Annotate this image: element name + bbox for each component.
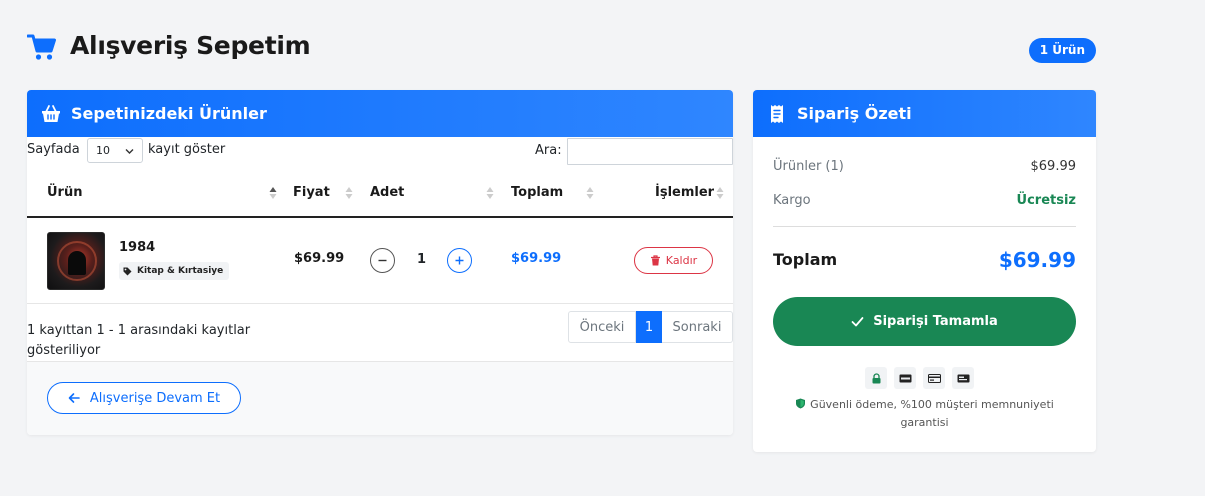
minus-icon <box>377 251 388 270</box>
row-total: $69.99 <box>511 251 562 266</box>
pagination-next[interactable]: Sonraki <box>662 311 733 343</box>
sort-asc-icon[interactable] <box>269 186 277 200</box>
continue-shopping-label: Alışverişe Devam Et <box>89 390 221 406</box>
order-summary-card-header: Sipariş Özeti <box>753 90 1096 137</box>
search-input[interactable] <box>567 138 733 165</box>
remove-item-button[interactable]: Kaldır <box>634 247 713 274</box>
plus-icon <box>454 251 465 270</box>
chevron-down-icon <box>125 146 134 155</box>
order-summary-card: Sipariş Özeti Ürünler (1) $69.99 Kargo Ü… <box>753 90 1096 452</box>
summary-shipping-label: Kargo <box>773 193 811 208</box>
summary-items-label: Ürünler (1) <box>773 159 844 174</box>
payment-card-icon <box>952 367 974 389</box>
quantity-value: 1 <box>417 252 427 267</box>
page-size-select[interactable]: 10 <box>87 138 143 163</box>
product-image[interactable] <box>47 232 105 290</box>
decrease-quantity-button[interactable] <box>370 248 395 273</box>
visa-card-icon <box>894 367 916 389</box>
product-category-badge: Kitap & Kırtasiye <box>119 262 230 280</box>
product-name[interactable]: 1984 <box>119 240 155 255</box>
pagination: Önceki 1 Sonraki <box>568 311 733 343</box>
lock-icon <box>865 367 887 389</box>
continue-shopping-button[interactable]: Alışverişe Devam Et <box>47 382 241 414</box>
cart-items-card-title: Sepetinizdeki Ürünler <box>71 104 267 123</box>
table-controls: Sayfada 10 kayıt göster Ara: <box>27 138 733 166</box>
remove-item-label: Kaldır <box>665 254 698 267</box>
order-summary-card-title: Sipariş Özeti <box>797 104 912 123</box>
summary-shipping-row: Kargo Ücretsiz <box>773 193 1076 208</box>
summary-total-label: Toplam <box>773 250 838 269</box>
pagination-page-1[interactable]: 1 <box>636 311 662 343</box>
product-category-label: Kitap & Kırtasiye <box>137 266 224 276</box>
product-price: $69.99 <box>294 251 345 266</box>
cart-items-card-header: Sepetinizdeki Ürünler <box>27 90 733 137</box>
page-size-label: Sayfada <box>27 142 80 157</box>
cart-footer: Alışverişe Devam Et <box>27 361 733 435</box>
secure-payment-note: Güvenli ödeme, %100 müşteri memnuniyeti … <box>773 396 1076 432</box>
search-label: Ara: <box>535 143 562 158</box>
column-header-price[interactable]: Fiyat <box>293 185 330 200</box>
table-row: 1984 Kitap & Kırtasiye $69.99 1 $69.99 K… <box>27 218 733 304</box>
column-header-total[interactable]: Toplam <box>511 185 563 200</box>
summary-divider <box>773 226 1076 227</box>
receipt-icon <box>767 104 787 124</box>
shopping-cart-icon <box>26 32 57 62</box>
summary-shipping-value: Ücretsiz <box>1016 193 1076 208</box>
sort-icon[interactable] <box>345 186 353 200</box>
page-header: Alışveriş Sepetim 1 Ürün <box>26 28 1096 68</box>
column-header-product[interactable]: Ürün <box>47 185 82 200</box>
shield-icon <box>795 397 806 409</box>
item-count-badge: 1 Ürün <box>1028 38 1096 63</box>
cart-items-card: Sepetinizdeki Ürünler Sayfada 10 kayıt g… <box>27 90 733 435</box>
tag-icon <box>123 267 132 276</box>
sort-icon[interactable] <box>486 186 494 200</box>
arrow-left-icon <box>68 392 80 404</box>
complete-order-label: Siparişi Tamamla <box>873 314 998 329</box>
payment-methods <box>865 367 974 389</box>
sort-icon[interactable] <box>586 186 594 200</box>
trash-icon <box>650 255 661 266</box>
summary-items-row: Ürünler (1) $69.99 <box>773 159 1076 174</box>
table-info: 1 kayıttan 1 - 1 arasındaki kayıtlar gös… <box>27 323 251 358</box>
check-icon <box>851 315 864 328</box>
column-header-quantity[interactable]: Adet <box>370 185 404 200</box>
basket-icon <box>41 104 61 124</box>
summary-total-value: $69.99 <box>998 248 1076 272</box>
records-label: kayıt göster <box>148 142 226 157</box>
sort-icon[interactable] <box>716 186 724 200</box>
page-title: Alışveriş Sepetim <box>70 31 311 60</box>
column-header-actions: İşlemler <box>655 185 715 200</box>
pagination-previous[interactable]: Önceki <box>568 311 636 343</box>
credit-card-icon <box>923 367 945 389</box>
increase-quantity-button[interactable] <box>447 248 472 273</box>
page-size-value: 10 <box>96 144 110 157</box>
table-header: Ürün Fiyat Adet Toplam İşlemler <box>27 170 733 218</box>
complete-order-button[interactable]: Siparişi Tamamla <box>773 297 1076 346</box>
summary-items-value: $69.99 <box>1030 159 1077 174</box>
secure-payment-text: Güvenli ödeme, %100 müşteri memnuniyeti … <box>810 398 1054 429</box>
